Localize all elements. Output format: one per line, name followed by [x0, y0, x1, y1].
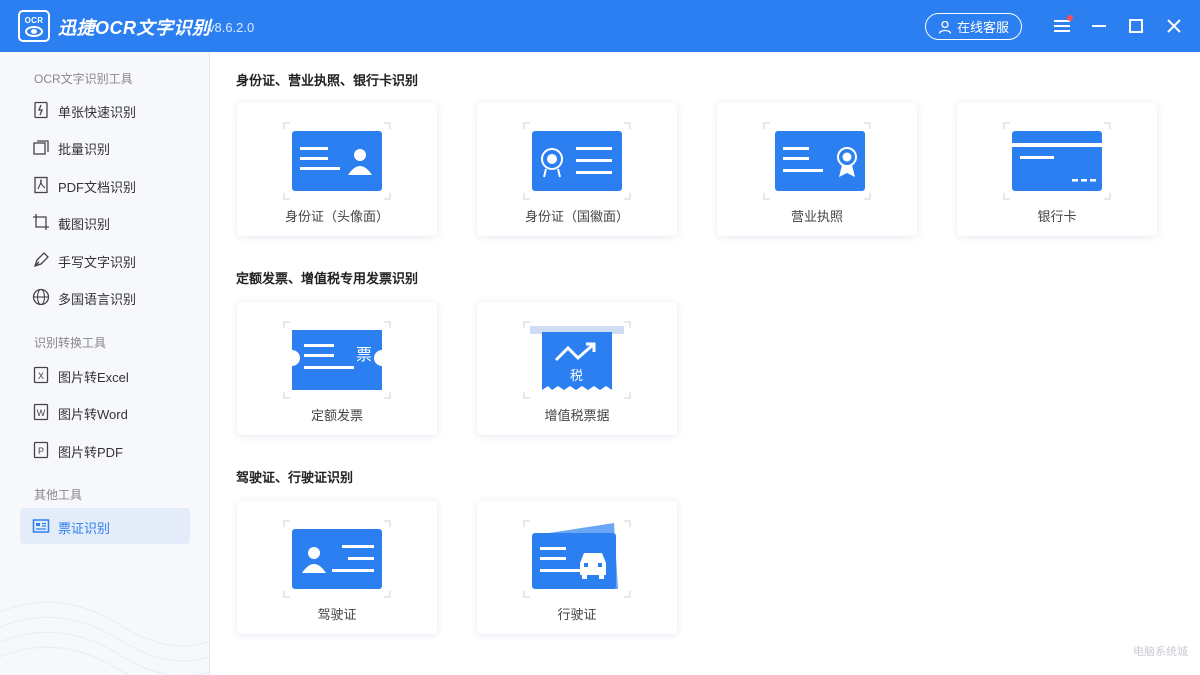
card-vat-invoice[interactable]: 税 增值税票据: [477, 302, 677, 435]
sidebar-group-title: 其他工具: [34, 488, 83, 502]
sidebar-item-label: 手写文字识别: [58, 255, 137, 270]
notification-dot: [1067, 15, 1073, 21]
user-icon: [938, 20, 952, 34]
card-label: 身份证（头像面）: [284, 209, 389, 224]
card-label: 驾驶证: [317, 607, 357, 622]
pdf-badge: P: [38, 446, 44, 456]
business-license-icon: [763, 122, 871, 200]
globe-icon: [32, 288, 50, 306]
sidebar-item-image-to-excel[interactable]: X 图片转Excel: [20, 357, 190, 393]
sidebar-item-image-to-pdf[interactable]: P 图片转PDF: [20, 432, 190, 468]
sidebar-item-label: 多国语言识别: [58, 292, 137, 307]
sidebar-item-image-to-word[interactable]: W 图片转Word: [20, 394, 190, 430]
card-bank-card[interactable]: 银行卡: [957, 103, 1157, 236]
sidebar-item-label: 批量识别: [58, 142, 111, 157]
pen-icon: [33, 252, 49, 268]
section-title-invoices: 定额发票、增值税专用发票识别: [236, 271, 419, 286]
invoice-glyph: 票: [356, 345, 372, 364]
vehicle-license-icon: [523, 520, 631, 598]
sidebar-item-single-recognition[interactable]: 单张快速识别: [20, 92, 190, 128]
crop-icon: [33, 214, 49, 230]
pdf-icon: [34, 176, 48, 194]
menu-button[interactable]: [1050, 14, 1074, 38]
sidebar-decoration: [0, 601, 209, 675]
sidebar-item-multilingual-recognition[interactable]: 多国语言识别: [20, 279, 190, 315]
driver-license-icon: [283, 520, 391, 598]
watermark: 电脑系统城: [1133, 646, 1188, 658]
excel-icon: X: [33, 366, 49, 384]
minimize-button[interactable]: [1087, 14, 1111, 38]
card-quota-invoice[interactable]: 票 定额发票: [237, 302, 437, 435]
card-label: 增值税票据: [544, 408, 610, 423]
word-badge: W: [37, 408, 46, 418]
sidebar: OCR文字识别工具 单张快速识别 批量识别 PDF文档识别 截图识别 手写文字识…: [0, 52, 210, 675]
batch-icon: [33, 140, 49, 155]
sidebar-item-label: 图片转Word: [58, 407, 128, 422]
sidebar-item-label: 图片转Excel: [58, 370, 129, 385]
close-button[interactable]: [1162, 14, 1186, 38]
app-version: v8.6.2.0: [208, 20, 255, 35]
eye-icon: [25, 25, 43, 37]
sidebar-item-screenshot-recognition[interactable]: 截图识别: [20, 204, 190, 240]
logo-text: OCR: [24, 15, 44, 25]
sidebar-item-label: 截图识别: [58, 217, 111, 232]
card-business-license[interactable]: 营业执照: [717, 103, 917, 236]
bank-card-icon: [1003, 122, 1111, 200]
card-label: 身份证（国徽面）: [524, 209, 629, 224]
excel-badge: X: [38, 371, 44, 381]
vat-invoice-icon: 税: [523, 321, 631, 399]
card-label: 银行卡: [1037, 209, 1077, 224]
app-title: 迅捷OCR文字识别: [58, 18, 211, 38]
id-card-front-icon: [283, 122, 391, 200]
card-label: 营业执照: [790, 209, 843, 224]
maximize-icon: [1129, 19, 1143, 33]
quota-invoice-icon: 票: [283, 321, 391, 399]
id-card-back-icon: [523, 122, 631, 200]
maximize-button[interactable]: [1124, 14, 1148, 38]
sidebar-item-label: 单张快速识别: [58, 105, 137, 120]
online-service-label: 在线客服: [956, 20, 1009, 35]
title-bar: OCR 迅捷OCR文字识别 v8.6.2.0 在线客服: [0, 0, 1200, 52]
section-title-driving-licenses: 驾驶证、行驶证识别: [236, 470, 354, 485]
online-service-button[interactable]: 在线客服: [925, 13, 1022, 40]
sidebar-item-label: PDF文档识别: [58, 180, 137, 195]
pdf-file-icon: P: [33, 441, 49, 459]
minimize-icon: [1092, 25, 1106, 27]
close-icon: [1167, 19, 1181, 33]
card-driver-license[interactable]: 驾驶证: [237, 501, 437, 634]
sidebar-group-title: OCR文字识别工具: [34, 72, 133, 86]
sidebar-item-label: 图片转PDF: [58, 445, 124, 460]
app-logo: OCR: [18, 10, 50, 42]
section-title-id-license-bank: 身份证、营业执照、银行卡识别: [236, 73, 419, 88]
card-vehicle-license[interactable]: 行驶证: [477, 501, 677, 634]
single-doc-icon: [34, 101, 48, 119]
sidebar-item-handwriting-recognition[interactable]: 手写文字识别: [20, 242, 190, 278]
card-id-front[interactable]: 身份证（头像面）: [237, 103, 437, 236]
card-label: 定额发票: [310, 408, 363, 423]
sidebar-item-batch-recognition[interactable]: 批量识别: [20, 129, 190, 165]
word-icon: W: [33, 403, 49, 421]
card-id-back[interactable]: 身份证（国徽面）: [477, 103, 677, 236]
sidebar-item-pdf-recognition[interactable]: PDF文档识别: [20, 167, 190, 203]
card-label: 行驶证: [557, 607, 597, 622]
sidebar-group-title: 识别转换工具: [34, 336, 107, 350]
tax-glyph: 税: [570, 369, 583, 384]
